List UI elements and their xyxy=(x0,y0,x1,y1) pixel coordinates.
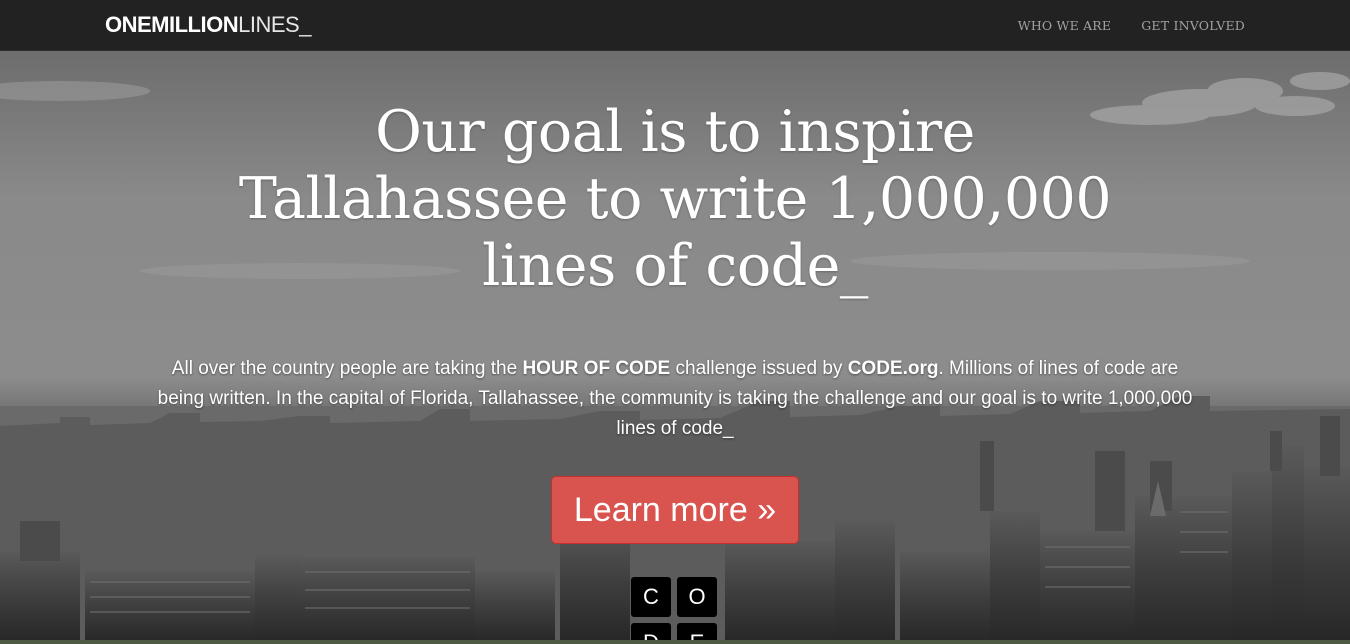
headline-line-3: lines of code_ xyxy=(482,233,868,299)
hero-section: Our goal is to inspire Tallahassee to wri… xyxy=(0,51,1350,644)
hero-content: Our goal is to inspire Tallahassee to wri… xyxy=(0,51,1350,644)
code-tile-o: O xyxy=(677,577,717,617)
brand-logo-link[interactable]: ONEMILLIONLINES_ xyxy=(105,13,311,37)
lead-hour-of-code: HOUR OF CODE xyxy=(522,358,671,379)
hero-lead-paragraph: All over the country people are taking t… xyxy=(150,354,1200,444)
nav-links: WHO WE ARE GET INVOLVED xyxy=(988,0,1245,50)
lead-text-2: challenge issued by xyxy=(670,358,848,379)
headline-line-2: Tallahassee to write 1,000,000 xyxy=(238,166,1112,232)
learn-more-button[interactable]: Learn more » xyxy=(551,476,799,544)
headline-line-1: Our goal is to inspire xyxy=(375,99,975,165)
nav-link-get-involved[interactable]: GET INVOLVED xyxy=(1141,18,1245,33)
brand-light-text: LINES_ xyxy=(238,12,311,37)
nav-link-who-we-are[interactable]: WHO WE ARE xyxy=(1018,18,1111,33)
hero-headline: Our goal is to inspire Tallahassee to wri… xyxy=(175,99,1175,300)
code-tile-c: C xyxy=(631,577,671,617)
lead-code-org: CODE.org xyxy=(847,358,939,379)
brand-strong-text: ONEMILLION xyxy=(105,12,239,37)
top-navbar: ONEMILLIONLINES_ WHO WE ARE GET INVOLVED xyxy=(0,0,1350,51)
lead-text-1: All over the country people are taking t… xyxy=(171,358,523,379)
code-org-logo-tiles[interactable]: C O D E xyxy=(631,577,719,644)
bottom-edge-bar xyxy=(0,640,1350,644)
